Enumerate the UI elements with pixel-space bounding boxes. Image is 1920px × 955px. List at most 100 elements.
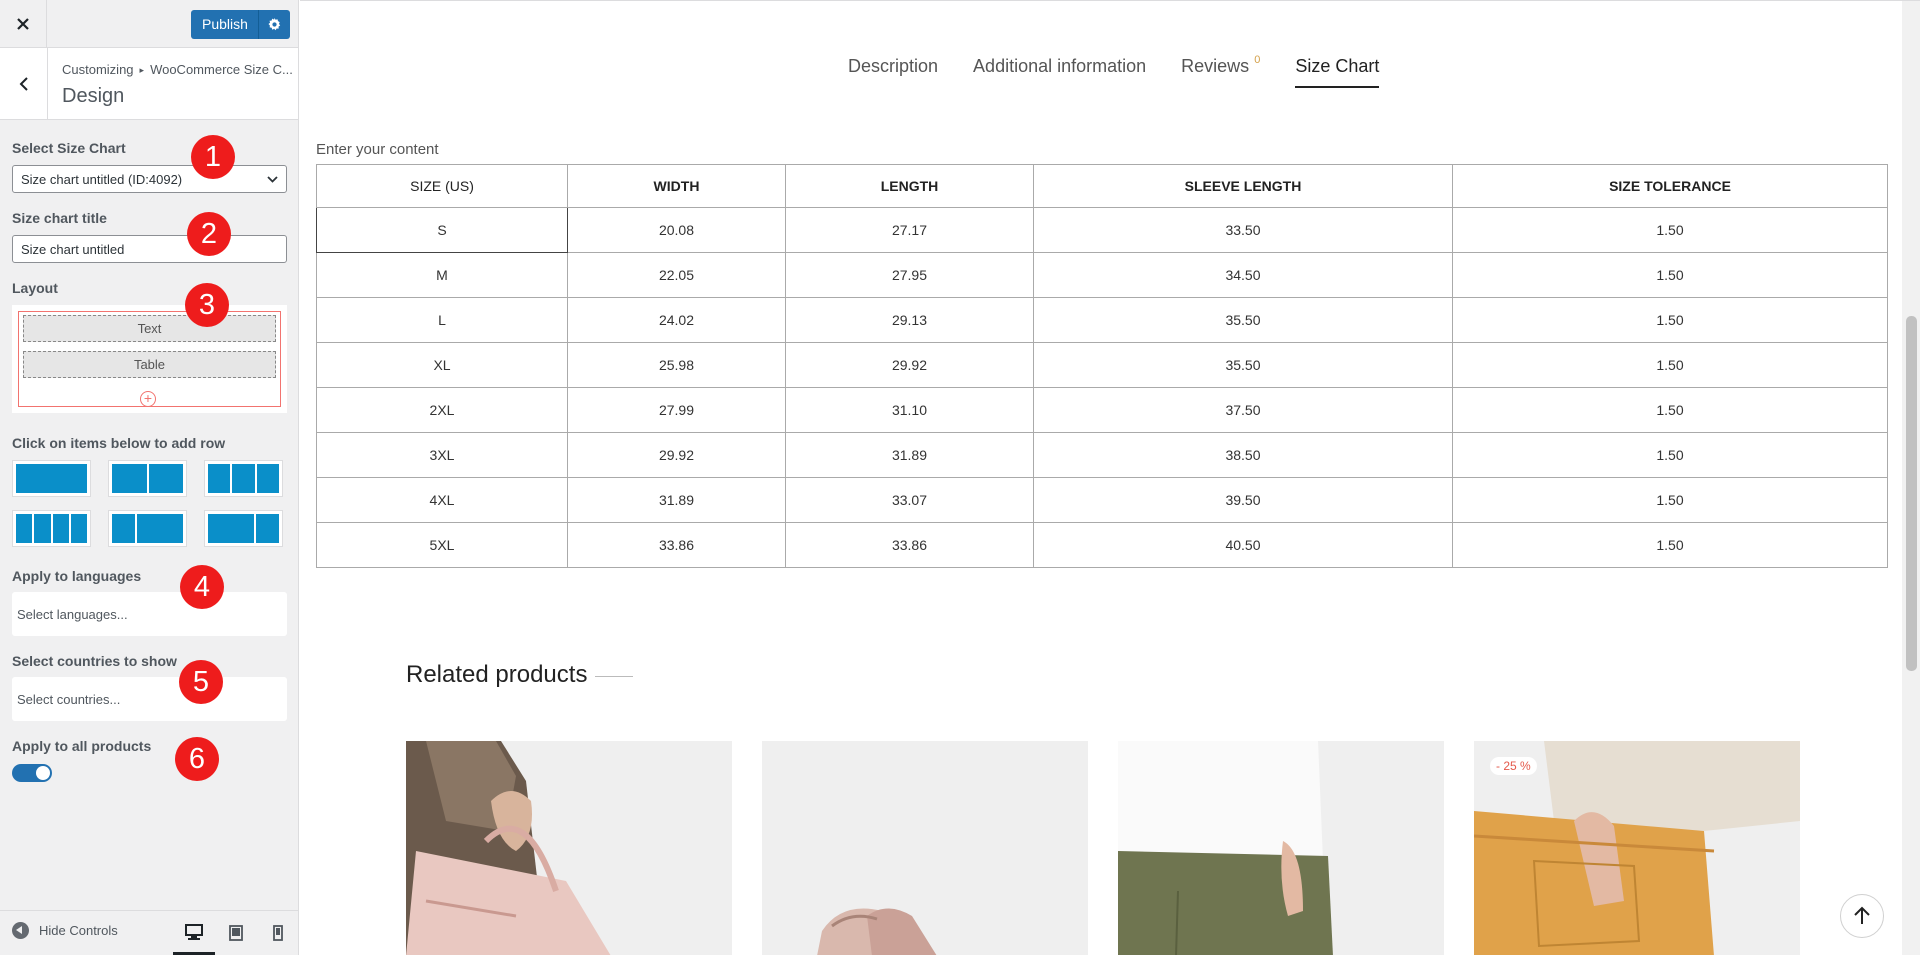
preview-tablet-button[interactable] <box>215 911 257 955</box>
table-cell[interactable]: 40.50 <box>1033 522 1453 568</box>
table-cell[interactable]: 2XL <box>316 387 568 433</box>
layout-item-table[interactable]: Table <box>23 351 276 378</box>
tab-additional-information[interactable]: Additional information <box>973 56 1146 88</box>
table-cell[interactable]: 5XL <box>316 522 568 568</box>
table-cell[interactable]: 35.50 <box>1033 297 1453 343</box>
table-cell[interactable]: 20.08 <box>567 207 786 253</box>
languages-select[interactable]: Select languages... <box>12 592 287 636</box>
close-customizer-button[interactable] <box>0 0 47 47</box>
table-cell[interactable]: 31.10 <box>785 387 1034 433</box>
table-cell[interactable]: 1.50 <box>1452 387 1888 433</box>
apply-all-products-toggle[interactable] <box>12 764 52 782</box>
table-cell[interactable]: 27.95 <box>785 252 1034 298</box>
collapse-icon <box>12 922 29 939</box>
table-cell[interactable]: 31.89 <box>785 432 1034 478</box>
table-cell[interactable]: 31.89 <box>567 477 786 523</box>
add-layout-item-icon[interactable]: + <box>140 391 156 407</box>
row-template-2-1-col[interactable] <box>204 510 283 547</box>
hide-controls-label: Hide Controls <box>39 923 118 938</box>
add-row-label: Click on items below to add row <box>12 435 226 451</box>
table-cell[interactable]: 1.50 <box>1452 477 1888 523</box>
column-header: WIDTH <box>567 164 786 208</box>
preview-desktop-button[interactable] <box>173 911 215 955</box>
tab-reviews[interactable]: Reviews 0 <box>1181 54 1261 88</box>
table-cell[interactable]: 27.99 <box>567 387 786 433</box>
sale-badge: - 25 % <box>1490 757 1537 775</box>
layout-builder: Text Table + <box>12 305 287 413</box>
toggle-knob <box>36 766 50 780</box>
table-cell[interactable]: 38.50 <box>1033 432 1453 478</box>
layout-item-text[interactable]: Text <box>23 315 276 342</box>
product-card-green-pants[interactable] <box>1118 741 1444 955</box>
product-card-tote-bag[interactable] <box>406 741 732 955</box>
table-cell[interactable]: 27.17 <box>785 207 1034 253</box>
product-card-shoes[interactable] <box>762 741 1088 955</box>
step-badge-3: 3 <box>185 283 229 327</box>
publish-button[interactable]: Publish <box>191 10 258 39</box>
table-cell[interactable]: S <box>316 207 568 253</box>
scroll-to-top-button[interactable] <box>1840 894 1884 938</box>
table-cell[interactable]: 1.50 <box>1452 342 1888 388</box>
table-cell[interactable]: 33.86 <box>567 522 786 568</box>
row-template-4-col[interactable] <box>12 510 91 547</box>
table-cell[interactable]: 1.50 <box>1452 297 1888 343</box>
arrow-up-icon <box>1854 906 1870 924</box>
table-cell[interactable]: 1.50 <box>1452 522 1888 568</box>
column-header: SIZE TOLERANCE <box>1452 164 1888 208</box>
countries-select[interactable]: Select countries... <box>12 677 287 721</box>
breadcrumb: Customizing ▸ WooCommerce Size C... <box>62 62 293 77</box>
table-cell[interactable]: 25.98 <box>567 342 786 388</box>
scrollbar-thumb[interactable] <box>1906 316 1917 671</box>
table-row: S 20.08 27.17 33.50 1.50 <box>316 207 1888 253</box>
table-cell[interactable]: 34.50 <box>1033 252 1453 298</box>
product-image-tote-bag <box>406 741 732 955</box>
select-countries-label: Select countries to show <box>12 653 177 669</box>
select-size-chart-label: Select Size Chart <box>12 140 126 156</box>
table-cell[interactable]: 29.92 <box>567 432 786 478</box>
table-cell[interactable]: 39.50 <box>1033 477 1453 523</box>
size-chart-select[interactable]: Size chart untitled (ID:4092) <box>12 165 287 193</box>
table-cell[interactable]: XL <box>316 342 568 388</box>
tab-description[interactable]: Description <box>848 56 938 88</box>
table-cell[interactable]: 24.02 <box>567 297 786 343</box>
product-card-yellow-pants[interactable]: - 25 % <box>1474 741 1800 955</box>
table-cell[interactable]: 37.50 <box>1033 387 1453 433</box>
mobile-icon <box>273 925 283 941</box>
table-cell[interactable]: 4XL <box>316 477 568 523</box>
size-chart-title-label: Size chart title <box>12 210 107 226</box>
table-cell[interactable]: 1.50 <box>1452 207 1888 253</box>
close-icon <box>17 17 29 30</box>
tab-size-chart[interactable]: Size Chart <box>1295 56 1380 88</box>
table-cell[interactable]: 1.50 <box>1452 432 1888 478</box>
customizer-sidebar: Publish Customizing ▸ WooCommerce Size C..… <box>0 0 299 955</box>
reviews-count: 0 <box>1254 54 1261 66</box>
related-products-heading: Related products <box>406 661 588 688</box>
table-cell[interactable]: 33.86 <box>785 522 1034 568</box>
publish-settings-button[interactable] <box>257 10 290 39</box>
table-cell[interactable]: M <box>316 252 568 298</box>
step-badge-6: 6 <box>175 737 219 781</box>
row-template-1-2-col[interactable] <box>108 510 187 547</box>
table-cell[interactable]: 3XL <box>316 432 568 478</box>
table-cell[interactable]: L <box>316 297 568 343</box>
section-header: Customizing ▸ WooCommerce Size C... Design <box>0 48 298 120</box>
row-template-1-col[interactable] <box>12 460 91 497</box>
breadcrumb-root: Customizing <box>62 62 134 77</box>
table-cell[interactable]: 29.92 <box>785 342 1034 388</box>
step-badge-5: 5 <box>179 660 223 704</box>
table-cell[interactable]: 29.13 <box>785 297 1034 343</box>
size-chart-title-input[interactable]: Size chart untitled <box>12 235 287 263</box>
table-cell[interactable]: 33.07 <box>785 477 1034 523</box>
section-title: Design <box>62 85 125 107</box>
back-button[interactable] <box>0 48 48 119</box>
table-cell[interactable]: 33.50 <box>1033 207 1453 253</box>
step-badge-1: 1 <box>191 135 235 179</box>
hide-controls-button[interactable]: Hide Controls <box>12 922 118 939</box>
table-cell[interactable]: 22.05 <box>567 252 786 298</box>
chevron-left-icon <box>19 76 28 91</box>
row-template-3-col[interactable] <box>204 460 283 497</box>
row-template-2-col[interactable] <box>108 460 187 497</box>
table-cell[interactable]: 1.50 <box>1452 252 1888 298</box>
preview-mobile-button[interactable] <box>257 911 299 955</box>
table-cell[interactable]: 35.50 <box>1033 342 1453 388</box>
